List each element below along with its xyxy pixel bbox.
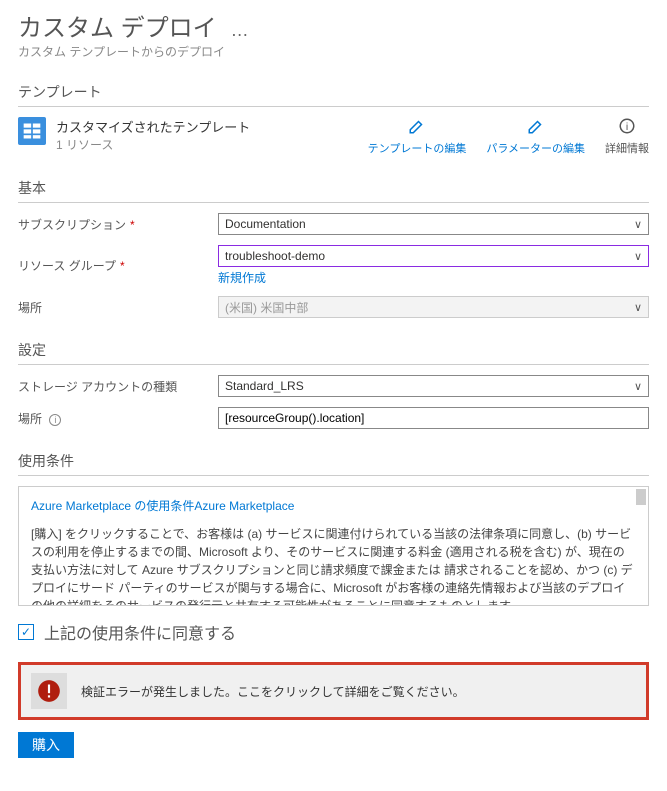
section-terms: 使用条件 [18, 451, 649, 476]
location-row: 場所 (米国) 米国中部 ∨ [18, 296, 649, 318]
edit-template-label: テンプレートの編集 [368, 140, 467, 156]
storage-type-value: Standard_LRS [225, 379, 304, 393]
chevron-down-icon: ∨ [634, 301, 642, 314]
resource-group-label: リソース グループ* [18, 257, 218, 274]
info-icon[interactable]: i [49, 414, 61, 426]
page-subtitle: カスタム テンプレートからのデプロイ [18, 43, 649, 60]
page-title: カスタム デプロイ [18, 8, 217, 43]
agree-checkbox[interactable]: ✓ [18, 624, 34, 640]
location-value: (米国) 米国中部 [225, 299, 308, 316]
location-select: (米国) 米国中部 ∨ [218, 296, 649, 318]
agree-row: ✓ 上記の使用条件に同意する [18, 620, 649, 644]
create-new-link[interactable]: 新規作成 [218, 269, 266, 286]
resource-group-row: リソース グループ* troubleshoot-demo ∨ 新規作成 [18, 245, 649, 286]
more-info-button[interactable]: i 詳細情報 [605, 117, 649, 156]
location-label: 場所 [18, 299, 218, 316]
settings-location-row: 場所 i [18, 407, 649, 429]
settings-location-input[interactable] [218, 407, 649, 429]
terms-body: [購入] をクリックすることで、お客様は (a) サービスに関連付けられている当… [31, 525, 636, 606]
edit-params-label: パラメーターの編集 [486, 140, 585, 156]
section-basic: 基本 [18, 178, 649, 203]
validation-error-callout[interactable]: 検証エラーが発生しました。ここをクリックして詳細をご覧ください。 [18, 662, 649, 720]
settings-location-label: 場所 i [18, 410, 218, 427]
pencil-icon [527, 117, 545, 140]
error-icon [31, 673, 67, 709]
storage-type-row: ストレージ アカウントの種類 Standard_LRS ∨ [18, 375, 649, 397]
template-summary: カスタマイズされたテンプレート 1 リソース テンプレートの編集 パラメーターの… [18, 117, 649, 156]
section-template: テンプレート [18, 82, 649, 107]
purchase-button[interactable]: 購入 [18, 732, 74, 758]
template-resource-count: 1 リソース [56, 136, 250, 153]
resource-group-select[interactable]: troubleshoot-demo ∨ [218, 245, 649, 267]
agree-label: 上記の使用条件に同意する [44, 620, 236, 644]
more-info-label: 詳細情報 [605, 140, 649, 156]
chevron-down-icon: ∨ [634, 218, 642, 231]
info-icon: i [618, 117, 636, 140]
storage-type-select[interactable]: Standard_LRS ∨ [218, 375, 649, 397]
template-icon [18, 117, 46, 145]
section-settings: 設定 [18, 340, 649, 365]
marketplace-terms-link[interactable]: Azure Marketplace の使用条件Azure Marketplace [31, 499, 294, 513]
pencil-icon [408, 117, 426, 140]
terms-box: Azure Marketplace の使用条件Azure Marketplace… [18, 486, 649, 606]
resource-group-value: troubleshoot-demo [225, 249, 325, 263]
edit-template-button[interactable]: テンプレートの編集 [368, 117, 467, 156]
page-header: カスタム デプロイ … [18, 8, 649, 43]
scrollbar-thumb[interactable] [636, 489, 646, 505]
error-message: 検証エラーが発生しました。ここをクリックして詳細をご覧ください。 [81, 683, 465, 700]
svg-text:i: i [626, 121, 628, 133]
subscription-row: サブスクリプション* Documentation ∨ [18, 213, 649, 235]
template-name: カスタマイズされたテンプレート [56, 117, 250, 136]
edit-params-button[interactable]: パラメーターの編集 [486, 117, 585, 156]
chevron-down-icon: ∨ [634, 250, 642, 263]
more-options-icon[interactable]: … [231, 20, 251, 41]
storage-type-label: ストレージ アカウントの種類 [18, 378, 218, 395]
subscription-value: Documentation [225, 217, 306, 231]
subscription-label: サブスクリプション* [18, 216, 218, 233]
subscription-select[interactable]: Documentation ∨ [218, 213, 649, 235]
chevron-down-icon: ∨ [634, 380, 642, 393]
